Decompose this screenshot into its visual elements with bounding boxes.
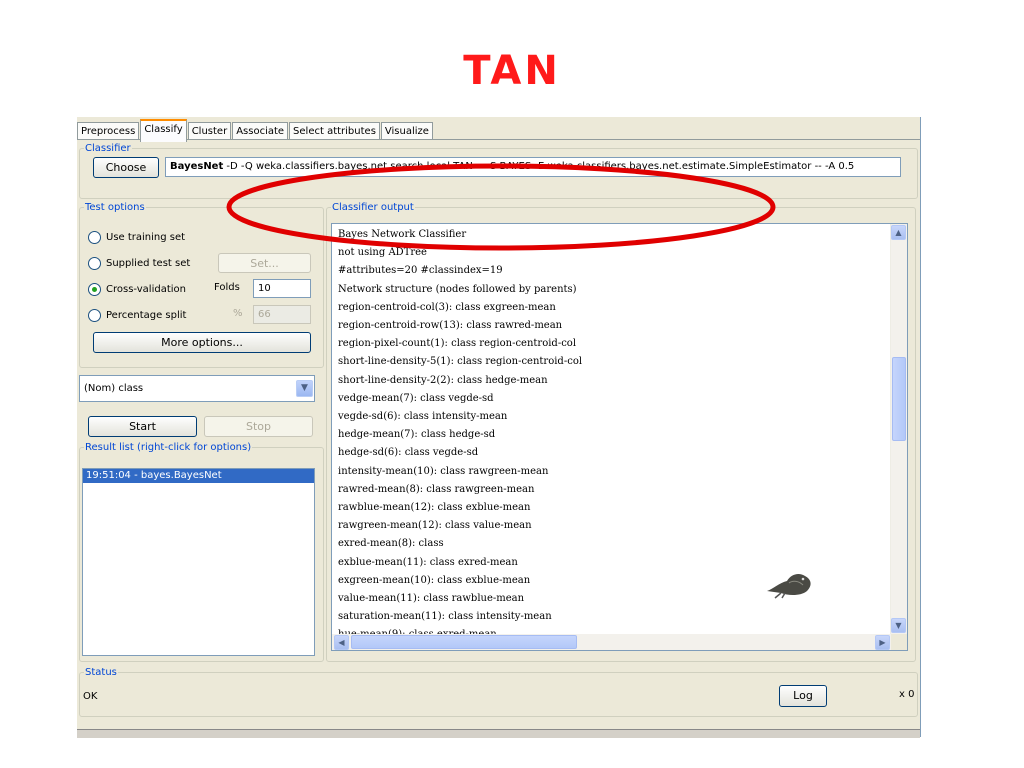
output-line: rawred-mean(8): class rawgreen-mean bbox=[338, 483, 535, 495]
test-options-legend: Test options bbox=[85, 202, 145, 213]
classifier-legend: Classifier bbox=[85, 143, 131, 154]
output-line: vedge-mean(7): class vegde-sd bbox=[338, 392, 494, 404]
output-line: saturation-mean(11): class intensity-mea… bbox=[338, 611, 552, 623]
cross-validation-radio[interactable]: Cross-validation bbox=[88, 281, 186, 297]
percentage-input[interactable]: 66 bbox=[253, 305, 311, 324]
percentage-split-radio[interactable]: Percentage split bbox=[88, 307, 186, 323]
classifier-command-field[interactable]: BayesNet -D -Q weka.classifiers.bayes.ne… bbox=[165, 157, 901, 177]
stop-button[interactable]: Stop bbox=[204, 416, 313, 437]
output-line: exblue-mean(11): class exred-mean bbox=[338, 556, 518, 568]
vertical-scroll-thumb[interactable] bbox=[892, 357, 906, 441]
tab-visualize[interactable]: Visualize bbox=[380, 122, 433, 140]
more-options-button[interactable]: More options... bbox=[93, 332, 311, 353]
radio-icon bbox=[88, 256, 101, 270]
scroll-right-icon[interactable]: ▶ bbox=[875, 635, 890, 650]
status-text: OK bbox=[83, 691, 98, 702]
use-training-set-radio[interactable]: Use training set bbox=[88, 229, 185, 245]
tab-preprocess[interactable]: Preprocess bbox=[77, 122, 140, 140]
result-list[interactable]: 19:51:04 - bayes.BayesNet bbox=[82, 468, 315, 656]
scroll-down-icon[interactable]: ▼ bbox=[891, 618, 906, 633]
output-line: short-line-density-5(1): class region-ce… bbox=[338, 356, 583, 368]
radio-selected-icon bbox=[88, 282, 101, 296]
output-line: exgreen-mean(10): class exblue-mean bbox=[338, 574, 531, 586]
choose-button[interactable]: Choose bbox=[93, 157, 159, 178]
slide-title: TAN bbox=[463, 48, 561, 94]
output-lines: Bayes Network Classifier not using ADTre… bbox=[332, 224, 907, 645]
class-attribute-value: (Nom) class bbox=[84, 383, 144, 394]
scroll-corner bbox=[891, 634, 907, 650]
task-count: x 0 bbox=[899, 689, 915, 700]
list-item[interactable]: 19:51:04 - bayes.BayesNet bbox=[83, 469, 314, 483]
weka-bird-icon bbox=[767, 573, 811, 599]
classifier-output-legend: Classifier output bbox=[332, 202, 414, 213]
output-line: #attributes=20 #classindex=19 bbox=[338, 265, 503, 277]
radio-icon bbox=[88, 308, 101, 322]
output-line: rawblue-mean(12): class exblue-mean bbox=[338, 502, 531, 514]
classifier-group: Classifier Choose BayesNet -D -Q weka.cl… bbox=[79, 143, 918, 199]
bottom-strip bbox=[77, 729, 920, 738]
horizontal-scroll-thumb[interactable] bbox=[351, 635, 577, 649]
output-line: region-centroid-col(3): class exgreen-me… bbox=[338, 301, 556, 313]
output-line: hedge-sd(6): class vegde-sd bbox=[338, 447, 479, 459]
chevron-down-icon[interactable]: ▼ bbox=[296, 380, 313, 397]
output-horizontal-scrollbar[interactable]: ◀ ▶ bbox=[332, 634, 892, 650]
supplied-test-set-label: Supplied test set bbox=[106, 257, 191, 269]
percentage-split-label: Percentage split bbox=[106, 309, 187, 321]
output-line: vegde-sd(6): class intensity-mean bbox=[338, 411, 508, 423]
log-button[interactable]: Log bbox=[779, 685, 827, 707]
output-line: short-line-density-2(2): class hedge-mea… bbox=[338, 374, 548, 386]
tab-associate[interactable]: Associate bbox=[232, 122, 289, 140]
output-line: rawgreen-mean(12): class value-mean bbox=[338, 520, 532, 532]
output-line: intensity-mean(10): class rawgreen-mean bbox=[338, 465, 549, 477]
tab-select-attributes[interactable]: Select attributes bbox=[289, 122, 380, 140]
scroll-up-icon[interactable]: ▲ bbox=[891, 225, 906, 240]
output-line: Network structure (nodes followed by par… bbox=[338, 283, 577, 295]
output-line: value-mean(11): class rawblue-mean bbox=[338, 593, 525, 605]
result-list-legend: Result list (right-click for options) bbox=[85, 442, 252, 453]
class-attribute-select[interactable]: (Nom) class ▼ bbox=[79, 375, 315, 402]
output-line: not using ADTree bbox=[338, 247, 427, 259]
tab-bar: Preprocess Classify Cluster Associate Se… bbox=[77, 119, 434, 142]
tab-divider bbox=[77, 139, 920, 140]
output-vertical-scrollbar[interactable]: ▲ ▼ bbox=[890, 224, 907, 634]
folds-label: Folds bbox=[214, 282, 240, 293]
tab-classify[interactable]: Classify bbox=[140, 119, 187, 142]
tab-cluster[interactable]: Cluster bbox=[187, 122, 232, 140]
scroll-left-icon[interactable]: ◀ bbox=[334, 635, 349, 650]
weka-explorer-window: Preprocess Classify Cluster Associate Se… bbox=[77, 117, 921, 738]
output-line: exred-mean(8): class bbox=[338, 538, 444, 550]
output-line: region-centroid-row(13): class rawred-me… bbox=[338, 320, 563, 332]
output-line: region-pixel-count(1): class region-cent… bbox=[338, 338, 577, 350]
supplied-test-set-radio[interactable]: Supplied test set bbox=[88, 255, 190, 271]
classifier-name: BayesNet bbox=[170, 161, 224, 172]
output-line: hedge-mean(7): class hedge-sd bbox=[338, 429, 496, 441]
use-training-set-label: Use training set bbox=[106, 231, 186, 243]
folds-input[interactable]: 10 bbox=[253, 279, 311, 298]
set-button[interactable]: Set... bbox=[218, 253, 311, 273]
output-line: Bayes Network Classifier bbox=[338, 229, 467, 240]
start-button[interactable]: Start bbox=[88, 416, 197, 437]
status-legend: Status bbox=[85, 667, 117, 678]
classifier-options: -D -Q weka.classifiers.bayes.net.search.… bbox=[223, 161, 855, 172]
percent-symbol: % bbox=[233, 308, 243, 319]
classifier-output-text[interactable]: Bayes Network Classifier not using ADTre… bbox=[331, 223, 908, 651]
test-options-group: Test options Use training set Supplied t… bbox=[79, 202, 324, 368]
radio-icon bbox=[88, 230, 101, 244]
cross-validation-label: Cross-validation bbox=[106, 283, 186, 295]
